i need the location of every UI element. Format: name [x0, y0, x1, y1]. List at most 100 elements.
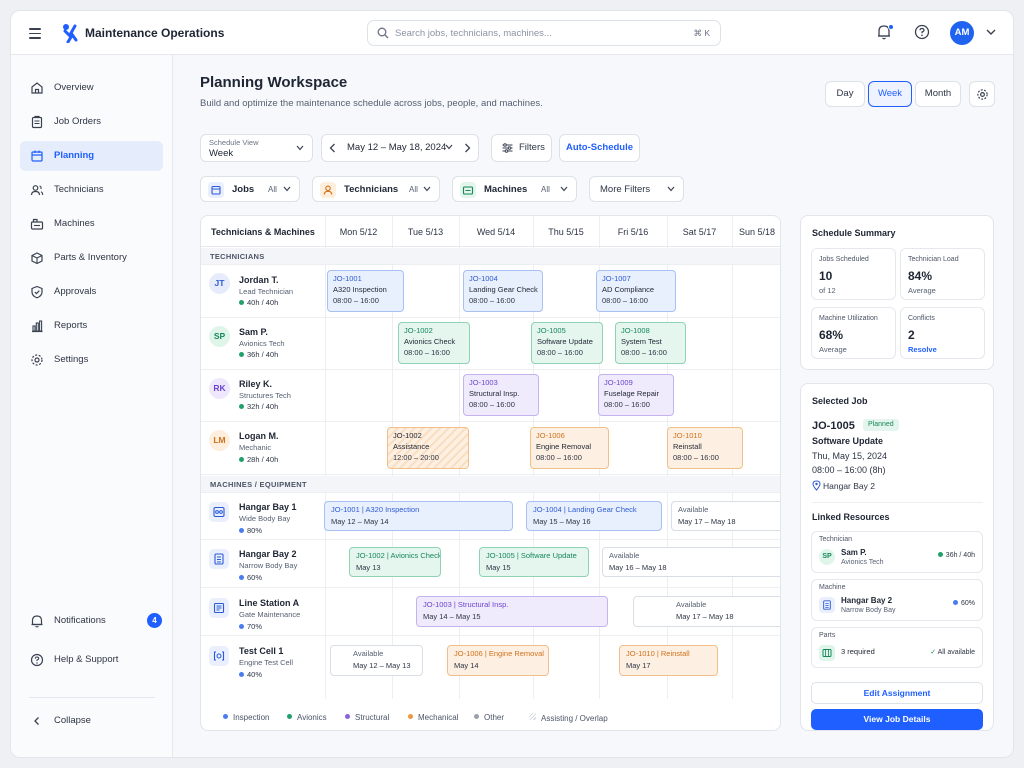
sidebar: Overview Job Orders Planning Technicians…: [11, 55, 173, 757]
job-time: 12:00 – 20:00: [393, 453, 439, 462]
linked-technician[interactable]: Technician SP Sam P. Avionics Tech 36h /…: [811, 531, 983, 573]
machine-icon: [460, 182, 476, 198]
technicians-filter-chip[interactable]: Technicians All: [312, 176, 440, 202]
bell-icon: [31, 615, 43, 628]
day-header[interactable]: Mon 5/12: [325, 227, 392, 237]
chevron-right-icon[interactable]: [464, 143, 471, 153]
schedule-view-select[interactable]: Schedule View Week: [200, 134, 313, 162]
workspace-settings-button[interactable]: [969, 81, 995, 107]
booking-bar[interactable]: JO-1010 | Reinstall May 17: [619, 645, 718, 676]
job-block[interactable]: JO-1008 System Test 08:00 – 16:00: [615, 322, 686, 364]
auto-schedule-button[interactable]: Auto-Schedule: [559, 134, 640, 162]
job-block-assisting[interactable]: JO-1002 Assistance 12:00 – 20:00: [387, 427, 469, 469]
machine-utilization-value: 70%: [247, 622, 263, 631]
job-block[interactable]: JO-1007 AD Compliance 08:00 – 16:00: [596, 270, 676, 312]
filters-label: Filters: [519, 142, 545, 153]
availability-slot[interactable]: Available May 17 – May 18: [633, 596, 780, 627]
user-avatar[interactable]: AM: [950, 21, 974, 45]
sidebar-item-help[interactable]: Help & Support: [20, 645, 163, 675]
job-block[interactable]: JO-1003 Structural Insp. 08:00 – 16:00: [463, 374, 539, 416]
job-block[interactable]: JO-1001 A320 Inspection 08:00 – 16:00: [327, 270, 404, 312]
booking-bar[interactable]: JO-1001 | A320 Inspection May 12 – May 1…: [324, 501, 513, 531]
machine-icon: [209, 646, 229, 666]
machine-utilization: 60%: [239, 573, 262, 582]
technician-load-value: 36h / 40h: [247, 350, 279, 359]
menu-icon[interactable]: [29, 28, 41, 39]
day-header[interactable]: Sat 5/17: [667, 227, 732, 237]
help-icon[interactable]: [914, 24, 930, 40]
view-week-button[interactable]: Week: [868, 81, 912, 107]
sidebar-item-overview[interactable]: Overview: [20, 73, 163, 103]
resolve-conflicts-link[interactable]: Resolve: [908, 345, 937, 354]
sidebar-item-planning[interactable]: Planning: [20, 141, 163, 171]
machine-name[interactable]: Line Station A: [239, 598, 299, 608]
sidebar-item-notifications[interactable]: Notifications 4: [20, 606, 163, 636]
sidebar-collapse-button[interactable]: Collapse: [20, 706, 163, 736]
notification-count-badge: 4: [147, 613, 162, 628]
edit-assignment-button[interactable]: Edit Assignment: [811, 682, 983, 704]
technician-name[interactable]: Jordan T.: [239, 275, 279, 285]
job-block[interactable]: JO-1010 Reinstall 08:00 – 16:00: [667, 427, 743, 469]
availability-slot[interactable]: Available May 16 – May 18: [602, 547, 780, 577]
date-range-picker[interactable]: May 12 – May 18, 2024: [321, 134, 479, 162]
booking-label: JO-1005 | Software Update: [486, 551, 577, 560]
chevron-left-icon[interactable]: [329, 143, 336, 153]
job-time: 08:00 – 16:00: [602, 296, 648, 305]
linked-machine-name: Hangar Bay 2: [841, 596, 893, 605]
more-filters-button[interactable]: More Filters: [589, 176, 684, 202]
day-header[interactable]: Thu 5/15: [533, 227, 599, 237]
chevron-down-icon[interactable]: [986, 28, 996, 36]
machine-type: Engine Test Cell: [239, 658, 294, 667]
day-header[interactable]: Tue 5/13: [392, 227, 459, 237]
machine-name[interactable]: Hangar Bay 1: [239, 502, 297, 512]
job-block[interactable]: JO-1004 Landing Gear Check 08:00 – 16:00: [463, 270, 543, 312]
filters-button[interactable]: Filters: [491, 134, 552, 162]
users-icon: [30, 185, 44, 196]
stat-value: 68%: [819, 328, 844, 342]
view-job-details-button[interactable]: View Job Details: [811, 709, 983, 730]
job-title: AD Compliance: [602, 285, 655, 294]
job-block[interactable]: JO-1002 Avionics Check 08:00 – 16:00: [398, 322, 470, 364]
jobs-filter-label: Jobs: [232, 184, 255, 195]
sidebar-item-machines[interactable]: Machines: [20, 209, 163, 239]
booking-bar[interactable]: JO-1004 | Landing Gear Check May 15 – Ma…: [526, 501, 662, 531]
machine-name[interactable]: Test Cell 1: [239, 646, 283, 656]
availability-slot[interactable]: Available May 17 – May 18: [671, 501, 780, 531]
sidebar-item-settings[interactable]: Settings: [20, 345, 163, 375]
search-input[interactable]: Search jobs, technicians, machines... ⌘ …: [367, 20, 721, 46]
stat-machine-utilization: Machine Utilization 68% Average: [811, 307, 896, 359]
availability-slot[interactable]: Available May 12 – May 13: [330, 645, 423, 676]
booking-bar[interactable]: JO-1003 | Structural Insp. May 14 – May …: [416, 596, 608, 627]
legend-label: Assisting / Overlap: [541, 714, 608, 723]
booking-bar[interactable]: JO-1005 | Software Update May 15: [479, 547, 589, 577]
view-month-button[interactable]: Month: [915, 81, 961, 107]
job-block[interactable]: JO-1006 Engine Removal 08:00 – 16:00: [530, 427, 609, 469]
job-block[interactable]: JO-1005 Software Update 08:00 – 16:00: [531, 322, 603, 364]
help-icon: [30, 653, 44, 667]
booking-bar[interactable]: JO-1002 | Avionics Check May 13: [349, 547, 441, 577]
machines-filter-chip[interactable]: Machines All: [452, 176, 577, 202]
day-header[interactable]: Fri 5/16: [599, 227, 667, 237]
linked-parts[interactable]: Parts 3 required ✓ All available: [811, 627, 983, 668]
legend-label: Other: [484, 713, 505, 722]
day-header[interactable]: Wed 5/14: [459, 227, 533, 237]
stat-label: Technician Load: [908, 256, 959, 263]
sidebar-item-reports[interactable]: Reports: [20, 311, 163, 341]
top-bar: Maintenance Operations Search jobs, tech…: [11, 11, 1013, 55]
jobs-filter-chip[interactable]: Jobs All: [200, 176, 300, 202]
technician-name[interactable]: Riley K.: [239, 379, 272, 389]
view-day-button[interactable]: Day: [825, 81, 865, 107]
machine-icon: [30, 218, 44, 230]
sidebar-item-job-orders[interactable]: Job Orders: [20, 107, 163, 137]
booking-bar[interactable]: JO-1006 | Engine Removal May 14: [447, 645, 549, 676]
machine-name[interactable]: Hangar Bay 2: [239, 549, 297, 559]
sidebar-item-technicians[interactable]: Technicians: [20, 175, 163, 205]
linked-machine[interactable]: Machine Hangar Bay 2 Narrow Body Bay 60%: [811, 579, 983, 621]
job-block[interactable]: JO-1009 Fuselage Repair 08:00 – 16:00: [598, 374, 674, 416]
sidebar-item-parts-inventory[interactable]: Parts & Inventory: [20, 243, 163, 273]
technician-name[interactable]: Logan M.: [239, 431, 279, 441]
job-title: Avionics Check: [404, 337, 456, 346]
day-header[interactable]: Sun 5/18: [732, 227, 780, 237]
sidebar-item-approvals[interactable]: Approvals: [20, 277, 163, 307]
technician-name[interactable]: Sam P.: [239, 327, 268, 337]
